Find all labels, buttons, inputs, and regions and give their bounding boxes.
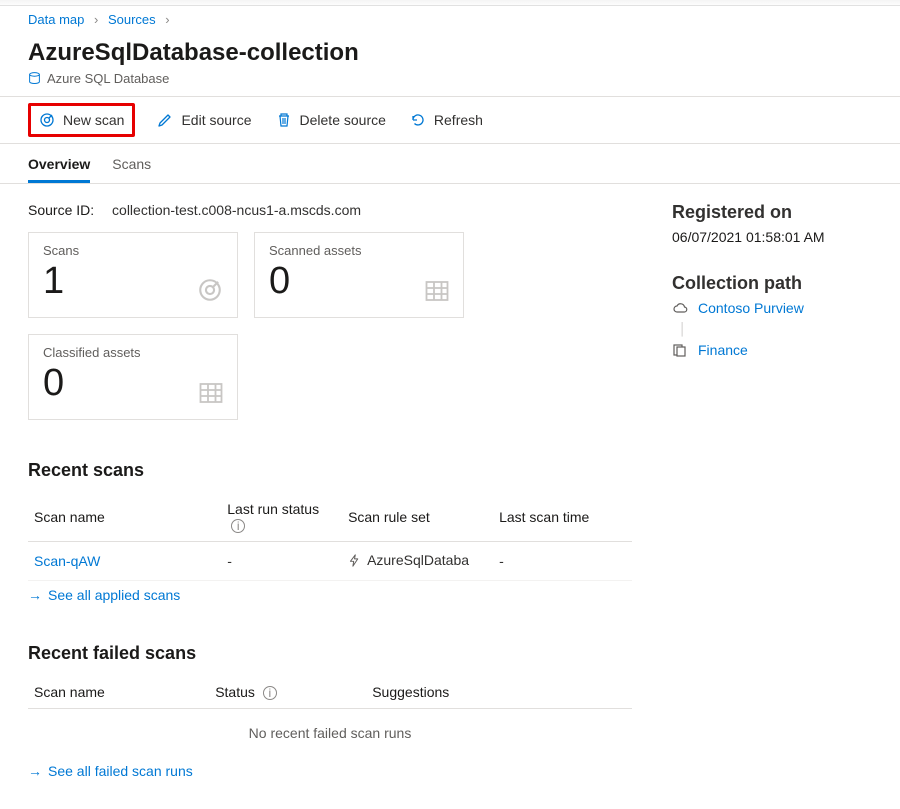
card-scans: Scans 1	[28, 232, 238, 318]
collection-path-label: Collection path	[672, 273, 872, 294]
tab-overview[interactable]: Overview	[28, 150, 90, 183]
info-icon[interactable]: i	[263, 686, 277, 700]
failed-scans-empty-message: No recent failed scan runs	[28, 709, 632, 757]
new-scan-label: New scan	[63, 112, 124, 128]
page-title: AzureSqlDatabase-collection	[28, 39, 872, 67]
failed-scans-table: Scan name Status i Suggestions	[28, 676, 632, 709]
edit-source-label: Edit source	[181, 112, 251, 128]
bolt-icon	[348, 554, 361, 567]
collection-path-item: Finance	[672, 342, 872, 358]
pencil-icon	[157, 112, 173, 128]
col-scan-name: Scan name	[28, 493, 221, 542]
breadcrumb-sources[interactable]: Sources	[108, 12, 156, 27]
resource-subtitle: Azure SQL Database	[47, 71, 169, 86]
delete-source-label: Delete source	[300, 112, 386, 128]
see-all-failed-scan-runs-link[interactable]: → See all failed scan runs	[28, 763, 193, 779]
arrow-right-icon: →	[28, 763, 42, 779]
source-id-label: Source ID:	[28, 202, 94, 218]
main-column: Source ID: collection-test.c008-ncus1-a.…	[28, 202, 632, 779]
cloud-icon	[672, 300, 688, 316]
table-icon	[425, 279, 449, 303]
registered-on-label: Registered on	[672, 202, 872, 223]
tab-scans[interactable]: Scans	[112, 150, 151, 183]
info-icon[interactable]: i	[231, 519, 245, 533]
see-all-applied-scans-link[interactable]: → See all applied scans	[28, 587, 180, 603]
col-scan-name: Scan name	[28, 676, 209, 709]
col-suggestions: Suggestions	[366, 676, 632, 709]
breadcrumb-data-map[interactable]: Data map	[28, 12, 84, 27]
source-id-value: collection-test.c008-ncus1-a.mscds.com	[112, 202, 361, 218]
card-classified-assets: Classified assets 0	[28, 334, 238, 420]
card-scans-value: 1	[43, 260, 223, 303]
sql-database-icon	[28, 72, 41, 85]
breadcrumb-separator: ›	[165, 12, 169, 27]
col-ruleset: Scan rule set	[342, 493, 493, 542]
refresh-button[interactable]: Refresh	[408, 108, 485, 132]
side-column: Registered on 06/07/2021 01:58:01 AM Col…	[672, 202, 872, 779]
trash-icon	[276, 112, 292, 128]
tabs: Overview Scans	[0, 144, 900, 184]
recent-scans-table: Scan name Last run status i Scan rule se…	[28, 493, 632, 581]
card-scanned-assets-label: Scanned assets	[269, 243, 449, 258]
arrow-right-icon: →	[28, 587, 42, 603]
col-status: Last run status i	[221, 493, 342, 542]
table-row: Scan-qAW - AzureSqlDataba -	[28, 542, 632, 581]
recent-scans-title: Recent scans	[28, 460, 632, 481]
col-last-time: Last scan time	[493, 493, 632, 542]
card-scans-label: Scans	[43, 243, 223, 258]
table-icon	[199, 381, 223, 405]
scan-link[interactable]: Scan-qAW	[34, 553, 100, 569]
recent-failed-scans-section: Recent failed scans Scan name Status i S…	[28, 643, 632, 779]
edit-source-button[interactable]: Edit source	[155, 108, 253, 132]
page-header: AzureSqlDatabase-collection Azure SQL Da…	[0, 29, 900, 97]
scan-target-icon	[39, 112, 55, 128]
card-scanned-assets: Scanned assets 0	[254, 232, 464, 318]
breadcrumb-separator: ›	[94, 12, 98, 27]
refresh-icon	[410, 112, 426, 128]
source-id-row: Source ID: collection-test.c008-ncus1-a.…	[28, 202, 632, 218]
registered-on-value: 06/07/2021 01:58:01 AM	[672, 229, 872, 245]
delete-source-button[interactable]: Delete source	[274, 108, 388, 132]
highlight-new-scan: New scan	[28, 103, 135, 137]
command-toolbar: New scan Edit source Delete source Refre…	[0, 97, 900, 144]
cell-ruleset: AzureSqlDataba	[342, 542, 493, 581]
recent-failed-scans-title: Recent failed scans	[28, 643, 632, 664]
collection-path-link[interactable]: Contoso Purview	[698, 300, 804, 316]
cell-last-time: -	[493, 542, 632, 581]
folder-icon	[672, 342, 688, 358]
cell-status: -	[221, 542, 342, 581]
scan-target-icon	[197, 277, 223, 303]
collection-path-item: Contoso Purview	[672, 300, 872, 316]
card-classified-assets-label: Classified assets	[43, 345, 223, 360]
path-connector: │	[679, 322, 872, 336]
collection-path-link[interactable]: Finance	[698, 342, 748, 358]
new-scan-button[interactable]: New scan	[37, 108, 126, 132]
card-classified-assets-value: 0	[43, 362, 223, 405]
recent-scans-section: Recent scans Scan name Last run status i…	[28, 460, 632, 603]
col-status: Status i	[209, 676, 366, 709]
card-scanned-assets-value: 0	[269, 260, 449, 303]
breadcrumb: Data map › Sources ›	[0, 6, 900, 29]
refresh-label: Refresh	[434, 112, 483, 128]
stat-cards: Scans 1 Scanned assets 0 Classified asse…	[28, 232, 632, 420]
